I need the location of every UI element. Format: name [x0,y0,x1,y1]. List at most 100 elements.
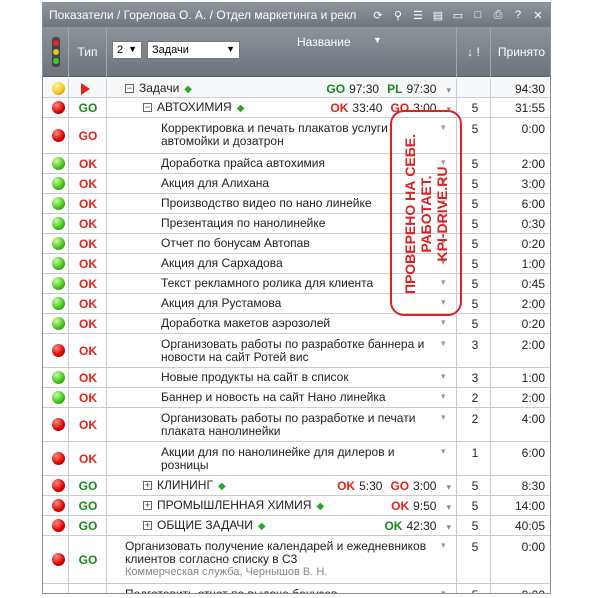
task-row[interactable]: OK Акция для Сархадова ▾ 5 1:00 [43,254,550,274]
task-row[interactable]: OK Акция для Рустамова ▾ 5 2:00 [43,294,550,314]
red-status-dot-icon [52,452,65,465]
task-name-cell[interactable]: Новые продукты на сайт в список [161,371,435,384]
chevron-down-icon[interactable]: ▾ [441,257,446,268]
type-label: GO [78,519,98,533]
collapse-icon[interactable]: − [125,84,134,93]
accepted-value: 6:00 [521,197,545,211]
expand-icon[interactable]: + [143,501,152,510]
type-label: GO [78,479,98,493]
task-row[interactable]: OK Акция для Алихана ▾ 5 3:00 [43,174,550,194]
chevron-down-icon[interactable]: ▾ [441,371,446,382]
minimize-icon[interactable]: ▭ [450,9,466,22]
search-icon[interactable]: ⚲ [390,9,406,22]
task-name-cell[interactable]: Производство видео по нано линейке [161,197,435,210]
task-name-cell[interactable]: Отчет по бонусам Автопав [161,237,435,250]
chevron-down-icon[interactable]: ▾ [441,338,446,349]
task-name-cell[interactable]: Баннер и новость на сайт Нано линейка [161,391,435,404]
chevron-down-icon[interactable]: ▾ [441,177,446,188]
type-label: OK [79,317,97,331]
task-row[interactable]: OK Презентация по нанолинейке ▾ 5 0:30 [43,214,550,234]
task-row[interactable]: OK Доработка прайса автохимия ▾ 5 2:00 [43,154,550,174]
task-row[interactable]: OK Организовать работы по разработке и пе… [43,408,550,442]
chevron-down-icon[interactable]: ▾ [441,588,446,593]
task-name-cell[interactable]: Подготовить отчет по выдаче бонусовКомме… [125,588,435,594]
task-row[interactable]: GOПодготовить отчет по выдаче бонусовКом… [43,584,550,594]
chevron-down-icon[interactable]: ▾ [441,540,446,551]
chevron-down-icon[interactable]: ▾ [446,502,451,512]
task-name-cell[interactable]: Организовать работы по разработке и печа… [161,412,435,438]
list-icon[interactable]: ☰ [410,9,426,22]
print-icon[interactable]: ⎙ [490,9,506,22]
task-row[interactable]: OK Акции для по нанолинейке для дилеров и… [43,442,550,476]
expand-icon[interactable]: + [143,521,152,530]
task-row[interactable]: OK Отчет по бонусам Автопав ▾ 5 0:20 [43,234,550,254]
expand-icon[interactable]: + [143,481,152,490]
task-row[interactable]: OK Новые продукты на сайт в список ▾ 3 1:00 [43,368,550,388]
hours-value: 42:30 [406,519,437,533]
chevron-down-icon[interactable]: ▾ [441,122,446,133]
chevron-down-icon[interactable]: ▾ [441,391,446,402]
filter-select[interactable]: Задачи ▼ [147,41,240,59]
task-row[interactable]: OK Организовать работы по разработке банн… [43,334,550,368]
chevron-down-icon[interactable]: ▾ [441,217,446,228]
task-owner: Коммерческая служба, Чернышов В. Н. [125,566,328,578]
name-column-header[interactable]: 2 ▼ Задачи ▼ Название ▼ [107,27,457,77]
task-row[interactable]: GO Корректировка и печать плакатов услуги… [43,118,550,154]
task-name-cell[interactable]: Организовать получение календарей и ежед… [125,540,435,579]
task-row[interactable]: GO − АВТОХИМИЯ ◆ OK 33:40 GO 3:00 ▾ 5 31:55 [43,98,550,118]
chevron-down-icon[interactable]: ▾ [441,157,446,168]
chevron-down-icon[interactable]: ▾ [446,482,451,492]
status-code: OK [384,519,403,533]
chevron-down-icon[interactable]: ▾ [446,85,451,95]
chevron-down-icon[interactable]: ▾ [441,412,446,423]
refresh-icon[interactable]: ⟳ [370,9,386,22]
chevron-down-icon[interactable]: ▾ [441,446,446,457]
task-name-cell[interactable]: Доработка макетов аэрозолей [161,317,435,330]
sort-arrow-icon[interactable]: ▼ [373,35,382,45]
chevron-down-icon[interactable]: ▾ [441,277,446,288]
priority-value: 2 [471,391,479,405]
task-row[interactable]: GO + КЛИНИНГ ◆ OK 5:30 GO 3:00 ▾ 5 8:30 [43,476,550,496]
chevron-down-icon[interactable]: ▾ [441,237,446,248]
accepted-column-header[interactable]: Принято [491,27,550,77]
priority-value: 3 [471,338,479,352]
hours-value: 3:00 [413,101,437,115]
task-name-cell[interactable]: Доработка прайса автохимия [161,157,435,170]
task-row[interactable]: OK Производство видео по нано линейке ▾ 5 6:… [43,194,550,214]
traffic-light-header[interactable] [43,27,69,77]
task-name-cell[interactable]: Организовать работы по разработке баннер… [161,338,435,364]
maximize-icon[interactable]: □ [470,9,486,21]
chevron-down-icon[interactable]: ▾ [446,522,451,532]
task-row[interactable]: GO Организовать получение календарей и еж… [43,536,550,584]
task-row[interactable]: OK Текст рекламного ролика для клиента ▾ 5 0… [43,274,550,294]
task-name-cell[interactable]: Корректировка и печать плакатов услуги а… [161,122,435,148]
chevron-down-icon[interactable]: ▾ [441,297,446,308]
task-name-cell[interactable]: Акция для Рустамова [161,297,435,310]
task-row[interactable]: OK Баннер и новость на сайт Нано линейка ▾… [43,388,550,408]
task-row[interactable]: OK Доработка макетов аэрозолей ▾ 5 0:20 [43,314,550,334]
chevron-down-icon[interactable]: ▾ [446,104,451,114]
help-icon[interactable]: ? [510,9,526,21]
chevron-down-icon[interactable]: ▾ [441,317,446,328]
export-icon[interactable]: ▤ [430,9,446,22]
close-icon[interactable]: ✕ [530,9,546,22]
level-select[interactable]: 2 ▼ [112,41,142,59]
red-status-dot-icon [52,344,65,357]
priority-value: 5 [471,157,479,171]
task-name-cell[interactable]: Акции для по нанолинейке для дилеров и р… [161,446,435,472]
task-row[interactable]: − Задачи ◆ GO 97:30 PL 97:30 ▾ 94:30 [43,79,550,98]
task-row[interactable]: GO + ОБЩИЕ ЗАДАЧИ ◆ OK 42:30 ▾ 5 40:05 [43,516,550,536]
status-code: OK [391,499,410,513]
type-label: GO [78,499,98,513]
chevron-down-icon[interactable]: ▾ [441,197,446,208]
task-row[interactable]: GO + ПРОМЫШЛЕННАЯ ХИМИЯ ◆ OK 9:50 ▾ 5 14:00 [43,496,550,516]
type-column-header[interactable]: Тип [69,27,107,77]
task-name-cell[interactable]: Текст рекламного ролика для клиента [161,277,435,290]
task-name-cell[interactable]: Акция для Алихана [161,177,435,190]
task-name-cell[interactable]: Презентация по нанолинейке [161,217,435,230]
task-name-cell[interactable]: Акция для Сархадова [161,257,435,270]
task-name: Отчет по бонусам Автопав [161,236,310,250]
priority-column-header[interactable]: ↓ ! [457,27,491,77]
priority-value: 5 [471,479,479,493]
collapse-icon[interactable]: − [143,103,152,112]
